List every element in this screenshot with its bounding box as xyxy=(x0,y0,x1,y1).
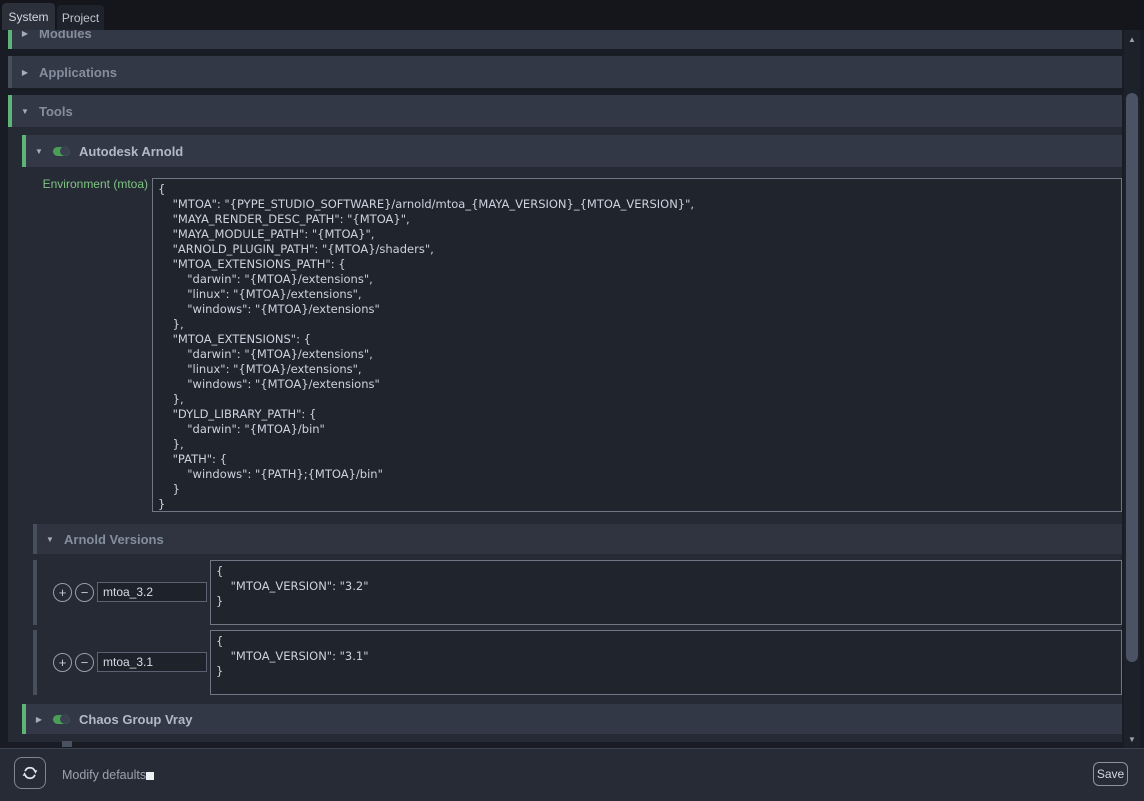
horizontal-scrollbar-thumb[interactable] xyxy=(62,741,72,747)
section-arnold: ▼ Autodesk Arnold xyxy=(22,135,1122,167)
chevron-right-icon: ▶ xyxy=(20,68,30,77)
section-arnold-versions: ▼ Arnold Versions xyxy=(33,524,1122,554)
arnold-enabled-toggle[interactable] xyxy=(53,147,70,156)
chevron-right-icon: ▶ xyxy=(34,715,44,724)
version-row-mtoa-3-2: + − { "MTOA_VERSION": "3.2" } xyxy=(33,560,1122,625)
section-header-applications[interactable]: ▶ Applications xyxy=(8,56,1122,88)
add-version-button[interactable]: + xyxy=(53,653,72,672)
section-tools: ▼ Tools ▼ Autodesk Arnold Environment (m… xyxy=(8,95,1122,742)
version-row-mtoa-3-1: + − { "MTOA_VERSION": "3.1" } xyxy=(33,630,1122,695)
environment-mtoa-json-editor[interactable]: { "MTOA": "{PYPE_STUDIO_SOFTWARE}/arnold… xyxy=(152,178,1122,512)
section-header-autodesk-arnold[interactable]: ▼ Autodesk Arnold xyxy=(22,135,1122,167)
section-header-chaos-group-vray[interactable]: ▶ Chaos Group Vray xyxy=(22,704,1122,734)
scrollbar-up-arrow-icon[interactable]: ▲ xyxy=(1124,32,1140,46)
section-header-tools[interactable]: ▼ Tools xyxy=(8,95,1122,127)
modify-defaults-checkbox[interactable] xyxy=(146,772,154,780)
tab-system[interactable]: System xyxy=(2,3,55,30)
footer-bar: Modify defaults Save xyxy=(0,748,1144,801)
section-label-autodesk-arnold: Autodesk Arnold xyxy=(79,144,183,159)
section-label-arnold-versions: Arnold Versions xyxy=(64,532,164,547)
section-label-modules: Modules xyxy=(39,30,92,41)
vertical-scrollbar[interactable]: ▲ ▼ xyxy=(1124,30,1140,748)
vray-enabled-toggle[interactable] xyxy=(53,715,70,724)
settings-scroll-area: ▶ Modules ▶ Applications ▼ Tools ▼ Autod… xyxy=(0,30,1144,748)
version-json-editor[interactable]: { "MTOA_VERSION": "3.1" } xyxy=(210,630,1122,695)
tab-project[interactable]: Project xyxy=(57,5,104,30)
save-button[interactable]: Save xyxy=(1093,762,1128,786)
version-json-editor[interactable]: { "MTOA_VERSION": "3.2" } xyxy=(210,560,1122,625)
remove-version-button[interactable]: − xyxy=(75,583,94,602)
section-header-arnold-versions[interactable]: ▼ Arnold Versions xyxy=(33,524,1122,554)
scrollbar-down-arrow-icon[interactable]: ▼ xyxy=(1124,732,1140,746)
tab-bar: System Project xyxy=(0,0,1144,30)
section-label-applications: Applications xyxy=(39,65,117,80)
chevron-down-icon: ▼ xyxy=(20,107,30,116)
chevron-down-icon: ▼ xyxy=(45,535,55,544)
section-applications: ▶ Applications xyxy=(8,56,1122,88)
remove-version-button[interactable]: − xyxy=(75,653,94,672)
chevron-right-icon: ▶ xyxy=(20,30,30,38)
chevron-down-icon: ▼ xyxy=(34,147,44,156)
refresh-button[interactable] xyxy=(14,757,46,789)
environment-mtoa-label: Environment (mtoa) xyxy=(8,177,148,191)
section-label-chaos-group-vray: Chaos Group Vray xyxy=(79,712,192,727)
refresh-icon xyxy=(21,764,39,782)
section-modules-clip: ▶ Modules xyxy=(8,30,1122,49)
section-header-modules[interactable]: ▶ Modules xyxy=(8,30,1122,49)
vertical-scrollbar-thumb[interactable] xyxy=(1126,93,1138,662)
add-version-button[interactable]: + xyxy=(53,583,72,602)
version-name-input[interactable] xyxy=(97,582,207,602)
section-label-tools: Tools xyxy=(39,104,73,119)
toggle-knob-icon xyxy=(60,146,70,156)
section-vray: ▶ Chaos Group Vray xyxy=(22,704,1122,734)
toggle-knob-icon xyxy=(60,714,70,724)
modify-defaults-label: Modify defaults xyxy=(62,749,146,801)
version-name-input[interactable] xyxy=(97,652,207,672)
